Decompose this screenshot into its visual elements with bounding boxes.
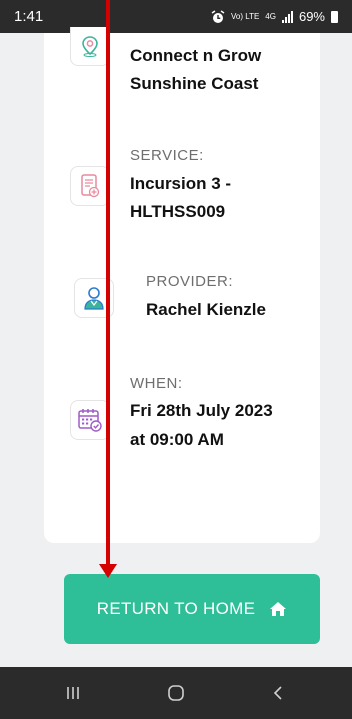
booking-details-card: Connect n Grow Sunshine Coast SERVICE: I… <box>44 27 320 543</box>
network-type: 4G <box>265 11 276 21</box>
alarm-icon <box>211 9 225 23</box>
home-nav-button[interactable] <box>156 681 196 705</box>
annotation-arrow-line <box>106 0 110 566</box>
service-value-line2: HLTHSS009 <box>130 202 226 221</box>
home-icon <box>270 602 287 616</box>
location-icon-box <box>70 27 110 66</box>
home-nav-icon <box>168 685 184 701</box>
when-label: WHEN: <box>130 375 183 392</box>
status-icons: Vo) LTE 4G 69% <box>211 9 338 24</box>
location-name-line2: Sunshine Coast <box>130 74 259 93</box>
when-icon-box <box>70 400 110 440</box>
provider-avatar-icon <box>84 287 104 310</box>
calendar-check-icon <box>78 409 102 432</box>
service-label: SERVICE: <box>130 147 204 164</box>
service-value-line1: Incursion 3 - <box>130 174 232 193</box>
provider-label: PROVIDER: <box>146 273 234 290</box>
annotation-arrow-head <box>99 564 117 578</box>
recent-apps-button[interactable] <box>53 681 93 705</box>
location-name-line1: Connect n Grow <box>130 46 262 65</box>
status-time: 1:41 <box>14 8 44 25</box>
return-to-home-button[interactable]: RETURN TO HOME <box>64 574 320 644</box>
medical-document-icon <box>81 174 100 198</box>
recent-apps-icon <box>67 687 79 699</box>
provider-name: Rachel Kienzle <box>146 300 266 319</box>
when-date: Fri 28th July 2023 <box>130 401 273 420</box>
volte-indicator: Vo) LTE <box>230 11 260 21</box>
return-to-home-label: RETURN TO HOME <box>96 599 256 618</box>
navigation-bar <box>0 667 352 719</box>
battery-percent: 69% <box>298 9 325 24</box>
location-pin-icon <box>82 36 98 57</box>
when-time: at 09:00 AM <box>130 430 224 449</box>
service-icon-box <box>70 166 110 206</box>
back-icon <box>273 686 282 700</box>
status-bar: 1:41 Vo) LTE 4G 69% <box>0 0 352 33</box>
back-button[interactable] <box>258 681 298 705</box>
signal-icon <box>281 10 293 23</box>
battery-icon <box>331 10 338 23</box>
